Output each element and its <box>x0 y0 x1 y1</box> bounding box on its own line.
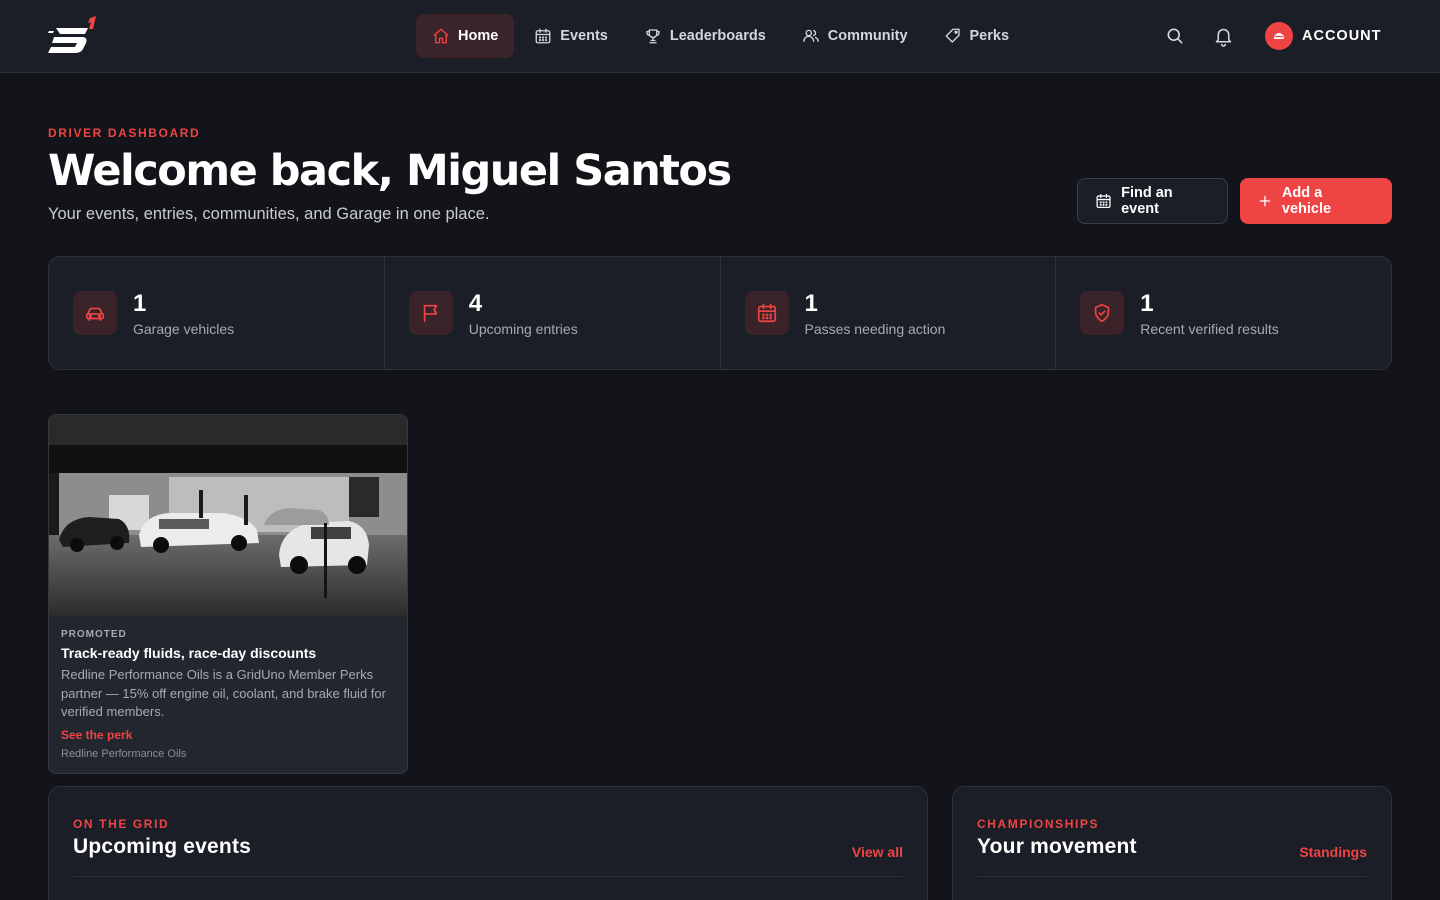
find-event-label: Find an event <box>1121 185 1173 217</box>
nav-events[interactable]: Events <box>518 14 624 58</box>
stat-value: 1 <box>1140 290 1154 317</box>
account-menu[interactable]: ACCOUNT <box>1265 22 1382 50</box>
upcoming-events-panel: ON THE GRID Upcoming events View all <box>48 786 928 900</box>
nav-leaderboards-label: Leaderboards <box>669 28 766 44</box>
nav-home[interactable]: Home <box>416 14 515 58</box>
stat-label: Recent verified results <box>1140 321 1279 337</box>
main-nav: Home Events Leaderboards Community Perks <box>416 14 1025 58</box>
calendar-icon <box>744 291 789 335</box>
stat-value: 4 <box>468 290 483 317</box>
promo-sponsor: Redline Performance Oils <box>61 748 187 760</box>
panel-eyebrow: CHAMPIONSHIPS <box>977 817 1100 831</box>
stat-value: 1 <box>804 290 818 317</box>
championships-panel: CHAMPIONSHIPS Your movement Standings <box>952 786 1392 900</box>
stat-upcoming-entries[interactable]: 4 Upcoming entries <box>385 257 721 369</box>
promo-title: Track-ready fluids, race-day discounts <box>61 645 317 661</box>
promo-tag: PROMOTED <box>61 629 127 640</box>
brand-logo[interactable] <box>48 16 100 58</box>
divider <box>977 876 1367 877</box>
avatar <box>1265 22 1293 50</box>
top-bar: Home Events Leaderboards Community Perks… <box>0 0 1440 73</box>
home-icon <box>433 28 449 44</box>
page-title: Welcome back, Miguel Santos <box>48 146 732 196</box>
car-icon <box>73 291 117 335</box>
bell-icon <box>1215 28 1231 47</box>
nav-perks[interactable]: Perks <box>928 14 1026 58</box>
tag-icon <box>945 28 960 43</box>
search-button[interactable] <box>1163 24 1187 48</box>
nav-leaderboards[interactable]: Leaderboards <box>628 14 782 58</box>
page-eyebrow: DRIVER DASHBOARD <box>48 126 201 140</box>
nav-community-label: Community <box>827 28 908 44</box>
stat-label: Passes needing action <box>804 321 946 337</box>
stat-garage-vehicles[interactable]: 1 Garage vehicles <box>49 257 385 369</box>
divider <box>73 876 903 877</box>
notifications-button[interactable] <box>1211 24 1235 48</box>
stats-strip: 1 Garage vehicles 4 Upcoming entries 1 P… <box>48 256 1392 370</box>
stat-recent-verified-results[interactable]: 1 Recent verified results <box>1056 257 1391 369</box>
nav-events-label: Events <box>560 28 608 44</box>
trophy-icon <box>646 29 660 44</box>
flag-icon <box>408 291 453 335</box>
stat-label: Upcoming entries <box>468 321 578 337</box>
nav-home-label: Home <box>458 28 499 44</box>
stat-value: 1 <box>133 290 147 317</box>
view-all-link[interactable]: View all <box>852 844 903 860</box>
nav-perks-label: Perks <box>969 28 1010 44</box>
shield-check-icon <box>1080 291 1125 335</box>
users-icon <box>802 29 819 42</box>
promo-body: Redline Performance Oils is a GridUno Me… <box>61 667 386 719</box>
nav-community[interactable]: Community <box>786 14 924 58</box>
calendar-icon <box>535 28 551 44</box>
add-vehicle-label: Add a vehicle <box>1281 185 1332 217</box>
panel-eyebrow: ON THE GRID <box>73 817 170 831</box>
standings-link[interactable]: Standings <box>1299 844 1367 860</box>
account-label: ACCOUNT <box>1302 28 1382 44</box>
page-subtitle: Your events, entries, communities, and G… <box>48 205 490 223</box>
see-perk-link[interactable]: See the perk <box>61 728 132 742</box>
panel-title: Upcoming events <box>73 835 252 858</box>
plus-icon <box>1259 195 1271 207</box>
stat-label: Garage vehicles <box>133 321 235 337</box>
add-vehicle-button[interactable]: Add a vehicle <box>1240 178 1392 224</box>
find-event-button[interactable]: Find an event <box>1077 178 1228 224</box>
panel-title: Your movement <box>977 835 1137 858</box>
helmet-icon <box>1274 33 1284 39</box>
stat-passes-needing-action[interactable]: 1 Passes needing action <box>721 257 1057 369</box>
calendar-icon <box>1096 193 1111 209</box>
promoted-card[interactable]: PROMOTED Track-ready fluids, race-day di… <box>48 414 408 774</box>
search-icon <box>1167 28 1183 44</box>
promo-image <box>49 415 407 617</box>
